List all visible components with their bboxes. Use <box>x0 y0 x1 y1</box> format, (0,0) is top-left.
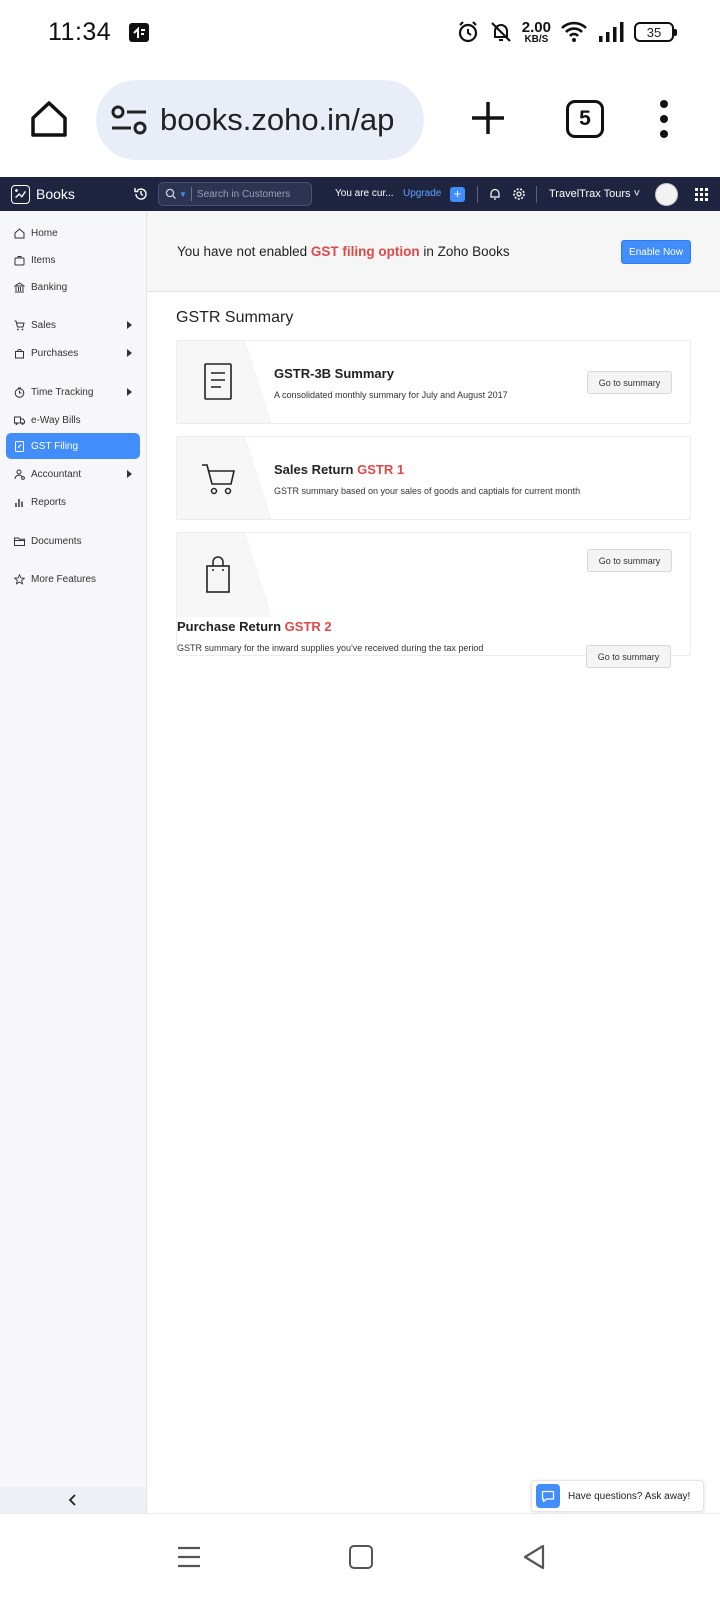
browser-menu-icon[interactable] <box>656 98 672 140</box>
sidebar: Home Items Banking Sales Purchases Time … <box>0 211 147 1513</box>
sidebar-item-items[interactable]: Items <box>6 247 140 273</box>
nav-home-button[interactable] <box>349 1545 373 1569</box>
home-icon <box>14 227 25 238</box>
sidebar-item-purchases[interactable]: Purchases <box>6 340 140 366</box>
expand-arrow-icon[interactable] <box>127 349 132 357</box>
trial-notice[interactable]: You are cur... <box>335 188 394 199</box>
cart-icon <box>202 464 236 495</box>
sidebar-item-reports[interactable]: Reports <box>6 489 140 515</box>
help-chat-widget[interactable]: Have questions? Ask away! <box>531 1480 704 1512</box>
back-triangle-icon[interactable] <box>522 1544 546 1570</box>
address-bar[interactable]: books.zoho.in/ap <box>96 80 424 160</box>
books-logo-icon <box>11 184 30 204</box>
sidebar-item-gst-filing[interactable]: GST Filing <box>6 433 140 459</box>
header-divider <box>477 186 478 203</box>
url-text[interactable]: books.zoho.in/ap <box>160 102 394 138</box>
summary-card-gstr1: Sales Return GSTR 1 GSTR summary based o… <box>176 436 691 520</box>
search-scope-chevron-icon[interactable]: ▼ <box>179 190 187 199</box>
expand-arrow-icon[interactable] <box>127 470 132 478</box>
expand-arrow-icon[interactable] <box>127 321 132 329</box>
card-title: Purchase Return GSTR 2 <box>177 619 332 634</box>
browser-toolbar: books.zoho.in/ap 5 <box>0 72 720 168</box>
status-time: 11:34 <box>48 17 112 46</box>
wifi-icon <box>561 21 587 42</box>
folder-icon <box>14 537 25 546</box>
brand-name: Books <box>36 186 75 202</box>
truck-icon <box>14 416 25 425</box>
sidebar-item-home[interactable]: Home <box>6 220 140 246</box>
sidebar-item-documents[interactable]: Documents <box>6 528 140 554</box>
card-title: Sales Return GSTR 1 <box>274 462 405 477</box>
search-icon[interactable] <box>165 188 177 200</box>
bag-icon <box>15 348 24 358</box>
gst-banner: You have not enabled GST filing option i… <box>147 211 720 292</box>
bell-off-icon <box>491 22 511 42</box>
sidebar-item-eway-bills[interactable]: e-Way Bills <box>6 407 140 433</box>
go-to-summary-button[interactable]: Go to summary <box>586 645 671 668</box>
upgrade-link[interactable]: Upgrade <box>403 188 441 199</box>
accountant-icon <box>14 469 25 480</box>
go-to-summary-button[interactable]: Go to summary <box>587 549 672 572</box>
browser-home-button[interactable] <box>28 98 70 140</box>
card-description: A consolidated monthly summary for July … <box>274 390 508 400</box>
header-divider <box>536 186 537 203</box>
gst-icon <box>15 440 24 452</box>
sidebar-item-banking[interactable]: Banking <box>6 274 140 300</box>
banner-highlight: GST filing option <box>310 244 420 259</box>
go-to-summary-button[interactable]: Go to summary <box>587 371 672 394</box>
chevron-down-icon: ˅ <box>633 188 641 200</box>
clock-icon <box>14 387 25 398</box>
app-grid-icon[interactable] <box>695 188 708 201</box>
site-settings-icon[interactable] <box>110 105 148 135</box>
items-icon <box>14 255 25 265</box>
brand[interactable]: Books <box>11 184 75 204</box>
app-notification-icon <box>129 23 150 42</box>
battery-icon: 35 <box>634 22 677 42</box>
chat-bubble-icon <box>536 1484 560 1508</box>
settings-gear-icon[interactable] <box>512 187 526 201</box>
bank-icon <box>14 281 25 292</box>
document-icon <box>204 363 232 400</box>
app-header: Books ▼ You are cur... Upgrade + TravelT… <box>0 177 720 211</box>
chevron-left-icon <box>68 1494 76 1506</box>
expand-arrow-icon[interactable] <box>127 388 132 396</box>
card-description: GSTR summary based on your sales of good… <box>274 486 581 496</box>
star-icon <box>14 573 25 585</box>
sidebar-item-more-features[interactable]: More Features <box>6 566 140 592</box>
card-title: GSTR-3B Summary <box>274 366 394 381</box>
chat-label: Have questions? Ask away! <box>568 1490 691 1502</box>
sidebar-collapse-button[interactable] <box>0 1487 146 1513</box>
status-bar: 11:34 2.00 KB/S 35 <box>0 0 720 64</box>
organization-switcher[interactable]: TravelTrax Tours ˅ <box>549 188 640 200</box>
android-navigation-bar <box>0 1513 720 1600</box>
enable-now-button[interactable]: Enable Now <box>621 240 691 264</box>
avatar[interactable] <box>655 183 678 206</box>
recent-history-icon[interactable] <box>133 186 149 202</box>
network-speed: 2.00 KB/S <box>521 18 551 45</box>
banner-message: You have not enabled GST filing option i… <box>177 244 510 259</box>
sidebar-item-sales[interactable]: Sales <box>6 312 140 338</box>
reports-icon <box>15 498 23 507</box>
tab-switcher-button[interactable]: 5 <box>566 100 604 138</box>
shopping-bag-icon <box>206 556 230 593</box>
summary-card-gstr2: Go to summary Purchase Return GSTR 2 GST… <box>176 532 691 656</box>
sidebar-item-time-tracking[interactable]: Time Tracking <box>6 379 140 405</box>
quick-create-button[interactable]: + <box>450 187 465 202</box>
search-input[interactable] <box>196 188 307 200</box>
cart-icon <box>14 320 25 330</box>
alarm-icon <box>458 21 477 43</box>
recents-menu-icon[interactable] <box>176 1544 202 1570</box>
summary-card-gstr3b: GSTR-3B Summary A consolidated monthly s… <box>176 340 691 424</box>
search-divider <box>190 187 192 201</box>
new-tab-button[interactable] <box>470 100 506 136</box>
sidebar-item-accountant[interactable]: Accountant <box>6 461 140 487</box>
search-box[interactable]: ▼ <box>158 182 312 206</box>
page-title: GSTR Summary <box>176 309 294 326</box>
notifications-bell-icon[interactable] <box>488 187 502 201</box>
signal-icon <box>599 22 624 42</box>
card-description: GSTR summary for the inward supplies you… <box>177 643 484 653</box>
